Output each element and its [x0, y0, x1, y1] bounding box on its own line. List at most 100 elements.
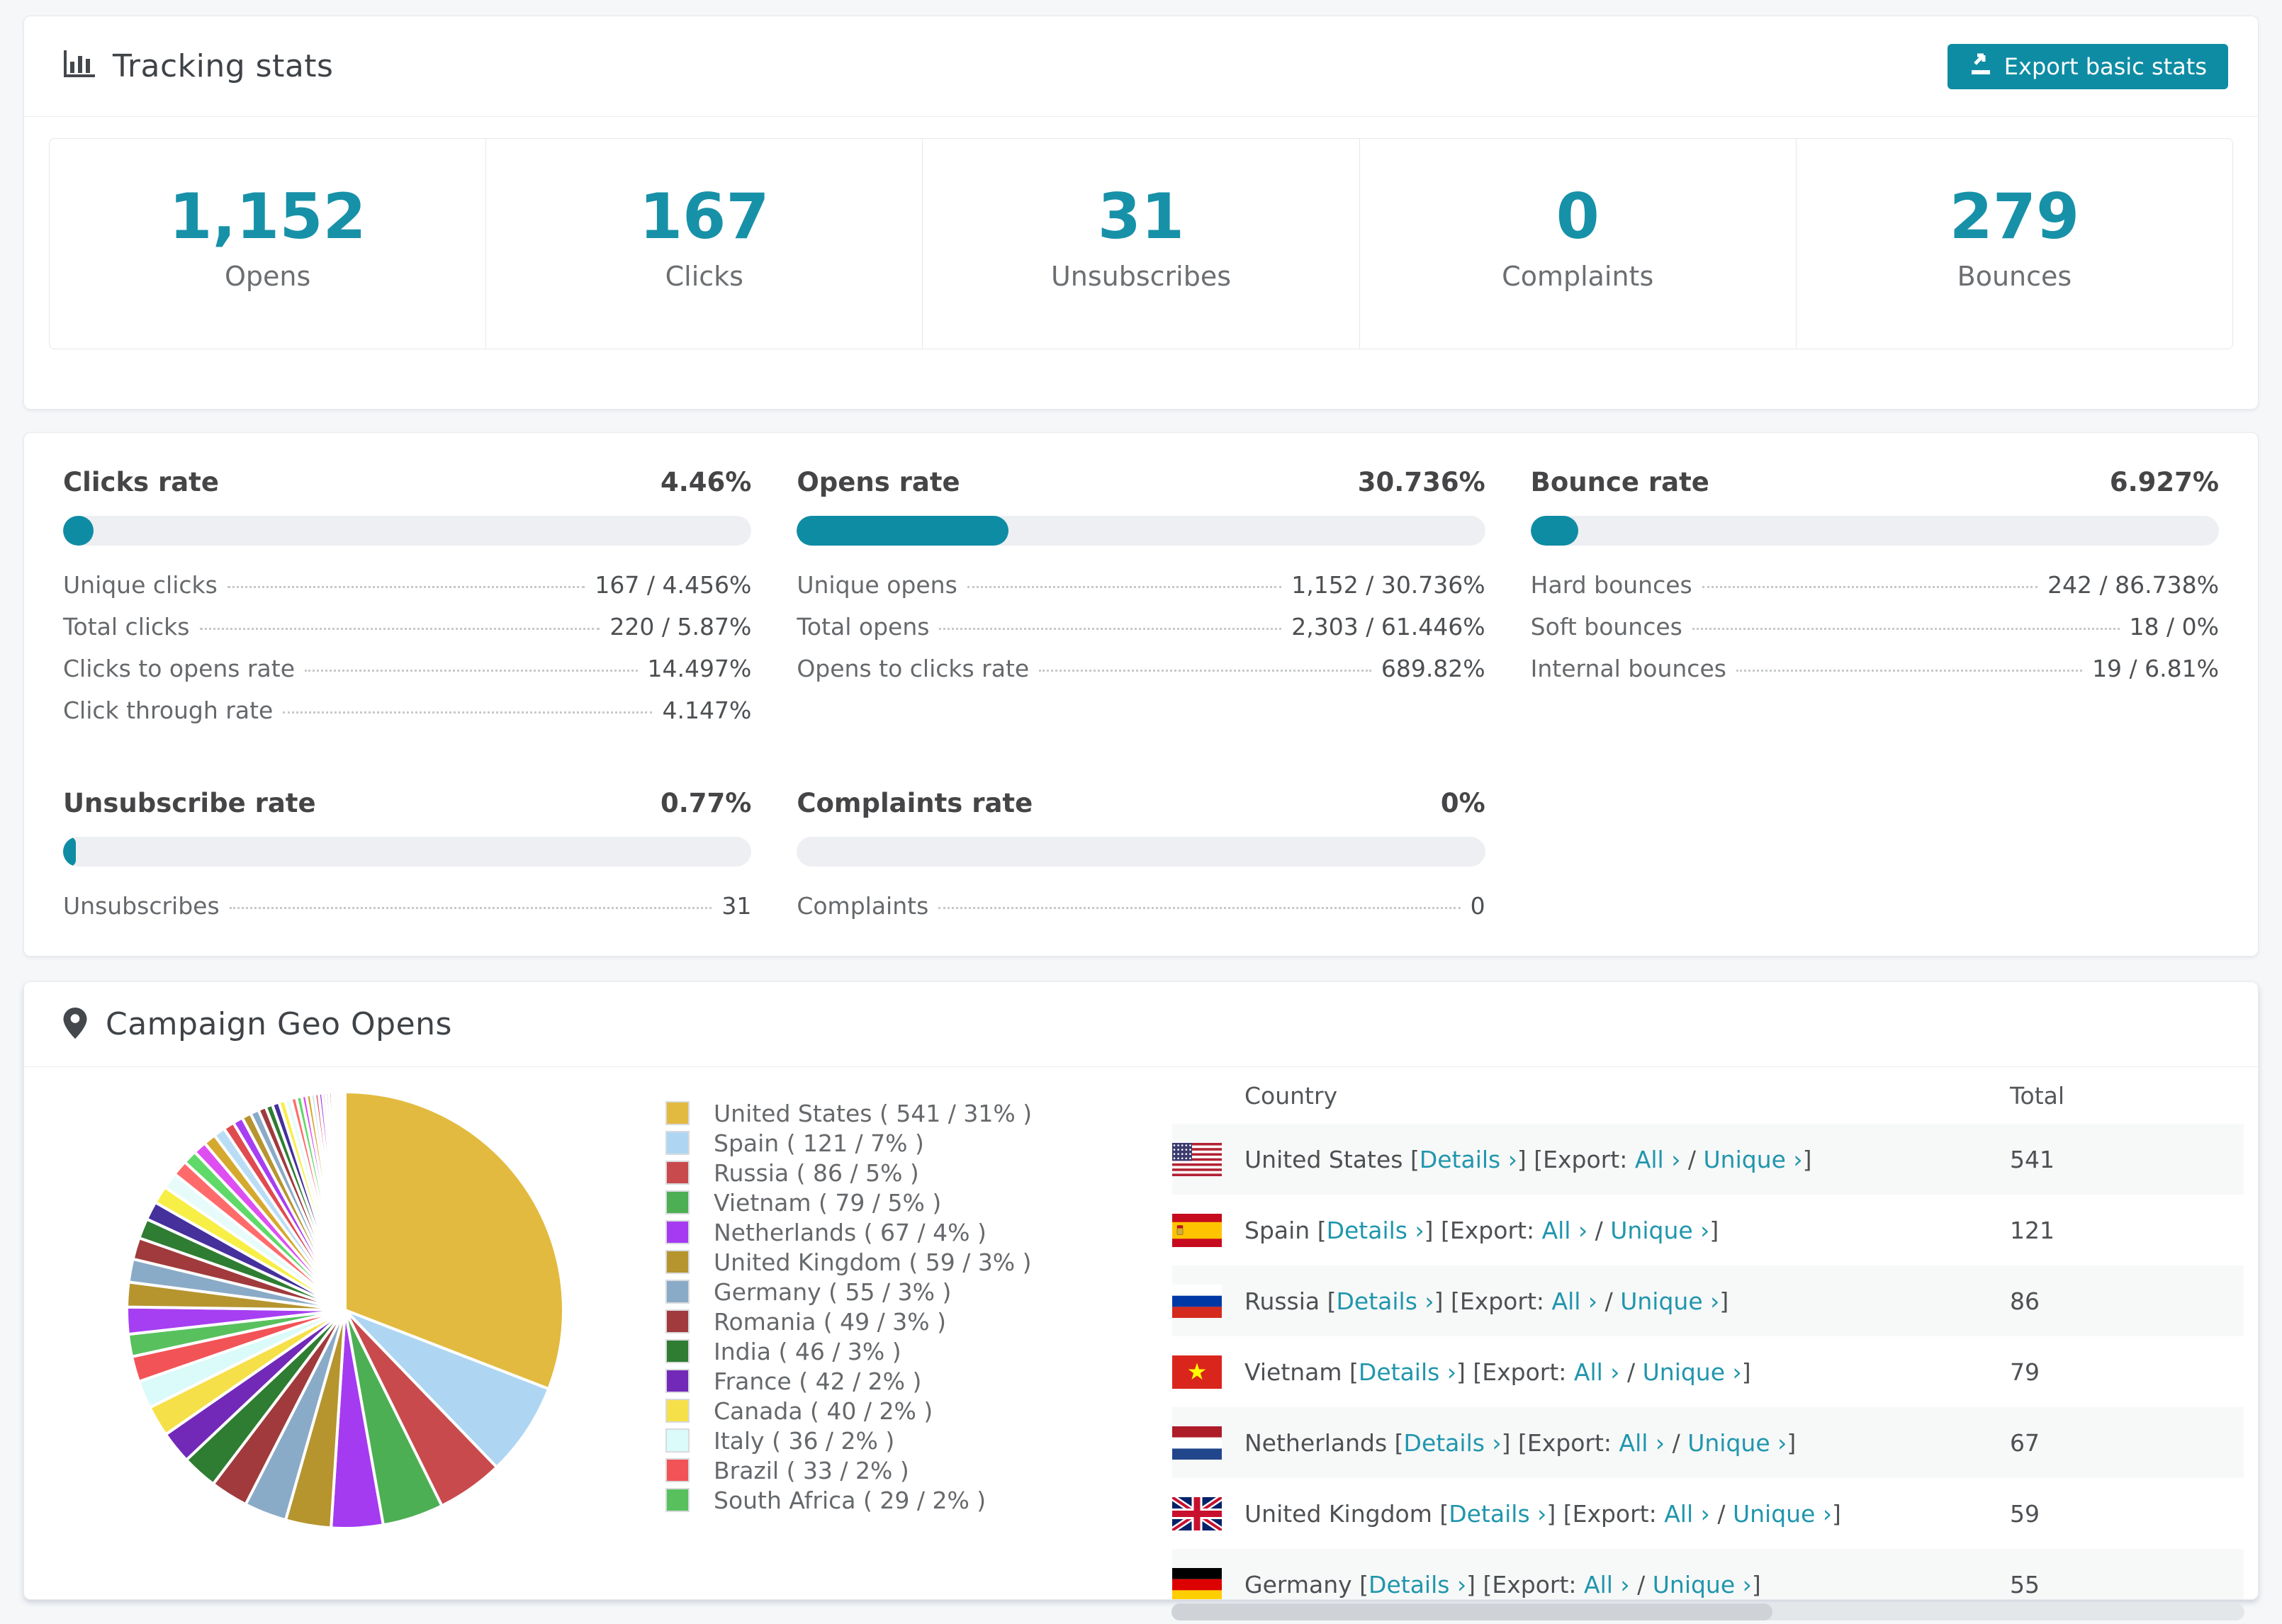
country-name: Vietnam — [1244, 1358, 1350, 1386]
stat-value: 0 — [1556, 180, 1600, 253]
export-unique-link[interactable]: Unique › — [1610, 1217, 1709, 1244]
legend-label: Brazil ( 33 / 2% ) — [714, 1456, 909, 1484]
stat-label: Clicks — [665, 261, 743, 293]
russia-flag-icon — [1172, 1284, 1222, 1318]
rate-block: Bounce rate 6.927% Hard bounces 242 / 86.73… — [1530, 467, 2219, 738]
legend-swatch — [665, 1190, 690, 1214]
progress-bar-fill — [797, 516, 1008, 546]
progress-bar-track — [63, 516, 752, 546]
stat-cell: 279 Bounces — [1797, 139, 2232, 349]
legend-swatch — [665, 1250, 690, 1274]
export-unique-link[interactable]: Unique › — [1733, 1500, 1832, 1528]
export-unique-link[interactable]: Unique › — [1643, 1358, 1742, 1386]
bar-chart-icon — [63, 50, 96, 83]
total-value: 55 — [2010, 1570, 2040, 1598]
legend-item: India ( 46 / 3% ) — [665, 1336, 1172, 1366]
export-unique-link[interactable]: Unique › — [1687, 1429, 1787, 1457]
stat-row-value: 689.82% — [1381, 655, 1485, 682]
legend-item: Italy ( 36 / 2% ) — [665, 1426, 1172, 1455]
export-unique-link[interactable]: Unique › — [1653, 1571, 1752, 1598]
table-header-row: Country Total — [1172, 1067, 2244, 1124]
stat-row: Unsubscribes 31 — [63, 892, 751, 920]
pie-legend: United States ( 541 / 31% ) Spain ( 121 /… — [665, 1067, 1172, 1599]
details-link[interactable]: Details › — [1337, 1287, 1434, 1315]
legend-label: Germany ( 55 / 3% ) — [714, 1278, 952, 1306]
total-value: 541 — [2010, 1145, 2055, 1173]
dotted-leader — [1736, 670, 2083, 672]
details-link[interactable]: Details › — [1368, 1571, 1466, 1598]
dotted-leader — [227, 586, 585, 588]
export-all-link[interactable]: All › — [1635, 1146, 1681, 1173]
stat-label: Complaints — [1502, 261, 1654, 293]
dotted-leader — [229, 907, 712, 909]
legend-label: Netherlands ( 67 / 4% ) — [714, 1218, 987, 1246]
stat-row-value: 19 / 6.81% — [2092, 655, 2219, 682]
progress-bar-track — [63, 837, 752, 867]
stat-row-label: Unique opens — [797, 571, 957, 599]
dotted-leader — [938, 907, 1461, 909]
details-link[interactable]: Details › — [1404, 1429, 1502, 1457]
stat-value: 1,152 — [169, 180, 366, 253]
stat-cell: 0 Complaints — [1360, 139, 1797, 349]
legend-label: Russia ( 86 / 5% ) — [714, 1158, 919, 1187]
legend-label: France ( 42 / 2% ) — [714, 1367, 922, 1395]
stat-row-value: 167 / 4.456% — [595, 571, 752, 599]
progress-bar-track — [797, 516, 1485, 546]
stat-row: Complaints 0 — [797, 892, 1485, 920]
legend-label: Vietnam ( 79 / 5% ) — [714, 1188, 942, 1217]
legend-item: Brazil ( 33 / 2% ) — [665, 1455, 1172, 1485]
progress-bar-fill — [1530, 516, 1578, 546]
stat-label: Bounces — [1957, 261, 2072, 293]
legend-label: Spain ( 121 / 7% ) — [714, 1129, 924, 1157]
export-all-link[interactable]: All › — [1664, 1500, 1710, 1528]
dotted-leader — [1702, 586, 2038, 588]
legend-swatch — [665, 1161, 690, 1185]
legend-item: France ( 42 / 2% ) — [665, 1366, 1172, 1396]
legend-item: Germany ( 55 / 3% ) — [665, 1277, 1172, 1307]
stat-label: Unsubscribes — [1050, 261, 1232, 293]
export-all-link[interactable]: All › — [1552, 1287, 1598, 1315]
country-name: United Kingdom — [1244, 1499, 1440, 1528]
export-all-link[interactable]: All › — [1542, 1217, 1588, 1244]
stat-row: Click through rate 4.147% — [63, 697, 751, 725]
stat-row: Hard bounces 242 / 86.738% — [1531, 571, 2219, 599]
export-all-link[interactable]: All › — [1619, 1429, 1665, 1457]
export-all-link[interactable]: All › — [1574, 1358, 1620, 1386]
stat-row-value: 18 / 0% — [2129, 613, 2219, 641]
stat-row-value: 0 — [1470, 892, 1485, 920]
stat-cell: 31 Unsubscribes — [923, 139, 1360, 349]
table-row: Spain [Details ›] [Export: All › / Uniqu… — [1172, 1195, 2244, 1265]
legend-label: Canada ( 40 / 2% ) — [714, 1397, 933, 1425]
export-unique-link[interactable]: Unique › — [1704, 1146, 1803, 1173]
total-value: 59 — [2010, 1499, 2040, 1528]
stat-row: Total opens 2,303 / 61.446% — [797, 613, 1485, 641]
stat-row-label: Soft bounces — [1530, 613, 1682, 641]
details-link[interactable]: Details › — [1327, 1217, 1424, 1244]
rate-value: 4.46% — [660, 467, 752, 497]
stat-row-value: 4.147% — [662, 697, 752, 724]
export-basic-stats-button[interactable]: Export basic stats — [1947, 43, 2228, 89]
legend-swatch — [665, 1488, 690, 1512]
stat-row-label: Opens to clicks rate — [797, 655, 1030, 682]
total-column-header: Total — [2010, 1081, 2065, 1110]
country-name: Russia — [1244, 1287, 1327, 1315]
stat-row-label: Complaints — [797, 892, 929, 920]
details-link[interactable]: Details › — [1420, 1146, 1517, 1173]
horizontal-scrollbar[interactable] — [1171, 1603, 2244, 1620]
dotted-leader — [939, 628, 1282, 630]
total-value: 86 — [2010, 1287, 2040, 1315]
horizontal-scrollbar-thumb[interactable] — [1171, 1603, 1772, 1620]
country-column-header: Country — [1244, 1081, 1338, 1110]
geo-body: United States ( 541 / 31% ) Spain ( 121 /… — [24, 1067, 2258, 1599]
details-link[interactable]: Details › — [1449, 1500, 1546, 1528]
progress-bar-fill — [63, 837, 76, 867]
country-name: United States — [1244, 1145, 1410, 1173]
details-link[interactable]: Details › — [1359, 1358, 1456, 1386]
legend-swatch — [665, 1458, 690, 1482]
export-all-link[interactable]: All › — [1584, 1571, 1630, 1598]
stat-row-value: 242 / 86.738% — [2047, 571, 2219, 599]
dotted-leader — [305, 670, 638, 672]
total-value: 121 — [2010, 1216, 2055, 1244]
export-unique-link[interactable]: Unique › — [1620, 1287, 1719, 1315]
legend-label: Romania ( 49 / 3% ) — [714, 1307, 946, 1336]
